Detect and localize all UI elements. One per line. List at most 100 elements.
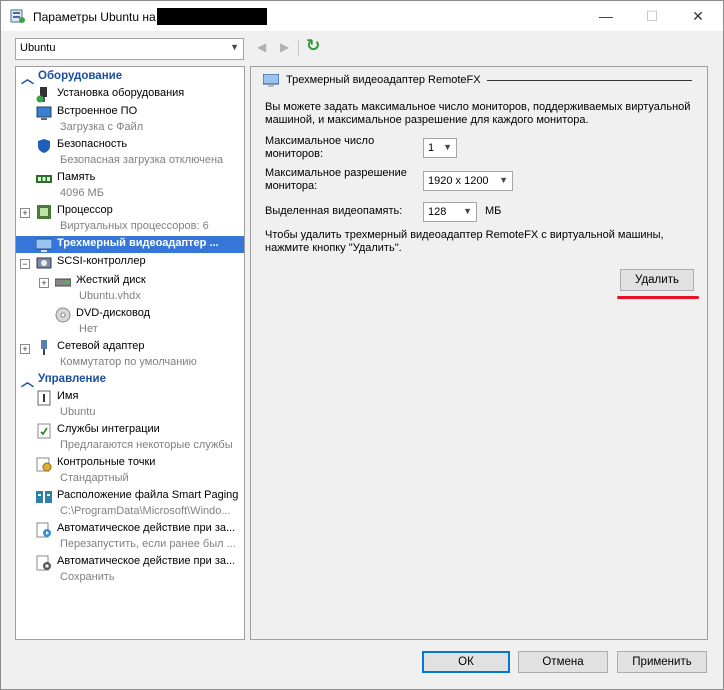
tree-item-subtext: Ubuntu: [60, 406, 96, 418]
back-arrow-icon[interactable]: ◀: [257, 40, 266, 54]
vm-selector[interactable]: Ubuntu ▼: [15, 38, 244, 60]
expand-plus-icon[interactable]: +: [20, 208, 30, 218]
firmware-icon: [36, 106, 52, 120]
tree-item-auto-start-action[interactable]: Автоматическое действие при за... Переза…: [16, 521, 244, 554]
tree-item-subtext: Загрузка с Файл: [60, 121, 144, 133]
tree-item-security[interactable]: Безопасность Безопасная загрузка отключе…: [16, 137, 244, 170]
tree-item-subtext: Коммутатор по умолчанию: [60, 356, 197, 368]
memory-icon: [36, 175, 52, 183]
title-rule: [487, 80, 692, 81]
tree-item-label: Процессор: [57, 204, 113, 216]
resolution-label: Максимальное разрешение монитора:: [265, 167, 407, 192]
panel-description: Вы можете задать максимальное число мони…: [265, 101, 691, 126]
annotation-underline: [617, 296, 699, 299]
ok-button[interactable]: ОК: [422, 651, 510, 673]
close-button[interactable]: ✕: [676, 4, 720, 28]
chevron-down-icon: ▼: [230, 42, 239, 52]
monitors-select-value: 1: [428, 142, 435, 154]
video-memory-label: Выделенная видеопамять:: [265, 205, 403, 217]
tree-item-dvd-drive[interactable]: DVD-дисковод Нет: [16, 306, 244, 339]
tree-item-label: Службы интеграции: [57, 423, 160, 435]
network-adapter-icon: [41, 340, 47, 355]
maximize-button[interactable]: ☐: [630, 4, 674, 28]
monitors-label: Максимальное число мониторов:: [265, 135, 375, 160]
remove-button[interactable]: Удалить: [620, 269, 694, 291]
resolution-select-value: 1920 x 1200: [428, 175, 489, 187]
tree-item-label: Автоматическое действие при за...: [57, 555, 236, 567]
settings-tree: ︿ Оборудование Установка оборудования Вс…: [15, 66, 245, 640]
vm-selector-value: Ubuntu: [20, 42, 56, 54]
video-memory-select-value: 128: [428, 206, 447, 218]
tree-item-network-adapter[interactable]: + Сетевой адаптер Коммутатор по умолчани…: [16, 339, 244, 372]
hardware-header-label: Оборудование: [38, 70, 123, 82]
video-memory-select[interactable]: 128 ▼: [423, 202, 477, 222]
name-tag-icon: [37, 390, 51, 406]
tree-item-label: Установка оборудования: [57, 87, 185, 99]
management-section-header[interactable]: ︿ Управление: [16, 371, 244, 390]
checkpoint-camera-icon: [36, 457, 52, 472]
minimize-button[interactable]: —: [584, 4, 628, 28]
tree-item-auto-stop-action[interactable]: Автоматическое действие при за... Сохран…: [16, 554, 244, 587]
apply-button[interactable]: Применить: [617, 651, 707, 673]
auto-stop-icon: [36, 555, 51, 571]
tree-item-subtext: Ubuntu.vhdx: [79, 290, 141, 302]
tree-item-hard-disk[interactable]: + Жесткий диск Ubuntu.vhdx: [16, 273, 244, 306]
hardware-section-header[interactable]: ︿ Оборудование: [16, 68, 244, 87]
monitor-icon: [263, 74, 279, 87]
vm-settings-icon: [10, 9, 25, 23]
tree-item-label: Сетевой адаптер: [57, 340, 145, 352]
tree-item-label: Имя: [57, 390, 79, 402]
tree-item-subtext: Безопасная загрузка отключена: [60, 154, 224, 166]
tree-item-label: Контрольные точки: [57, 456, 156, 468]
tree-item-3d-video-adapter[interactable]: Трехмерный видеоадаптер ...: [16, 236, 244, 253]
scsi-controller-icon: [36, 257, 52, 269]
resolution-select[interactable]: 1920 x 1200 ▼: [423, 171, 513, 191]
expand-plus-icon[interactable]: +: [20, 344, 30, 354]
tree-item-name[interactable]: Имя Ubuntu: [16, 389, 244, 422]
dvd-disc-icon: [55, 307, 71, 323]
tree-item-label: Трехмерный видеоадаптер ...: [57, 237, 219, 249]
tree-item-label: DVD-дисковод: [76, 307, 151, 319]
refresh-icon[interactable]: ↻: [306, 36, 320, 56]
window-title: Параметры Ubuntu на: [33, 10, 156, 24]
tree-item-subtext: Перезапустить, если ранее был ...: [60, 538, 236, 550]
forward-arrow-icon[interactable]: ▶: [280, 40, 289, 54]
chevron-down-icon: ▼: [499, 175, 508, 185]
tree-item-label: Расположение файла Smart Paging: [57, 489, 239, 501]
monitor-icon: [36, 238, 52, 252]
tree-item-firmware[interactable]: Встроенное ПО Загрузка с Файл: [16, 104, 244, 137]
tree-item-subtext: C:\ProgramData\Microsoft\Windo...: [60, 505, 231, 517]
chevron-down-icon: ▼: [443, 142, 452, 152]
tree-item-subtext: Предлагаются некоторые службы: [60, 439, 233, 451]
tree-item-memory[interactable]: Память 4096 МБ: [16, 170, 244, 203]
collapse-minus-icon[interactable]: −: [20, 259, 30, 269]
tree-item-subtext: 4096 МБ: [60, 187, 104, 199]
tree-item-label: Автоматическое действие при за...: [57, 522, 236, 534]
tree-item-label: Память: [57, 171, 96, 183]
collapse-chevron-icon[interactable]: ︿: [21, 371, 34, 390]
title-bar: Параметры Ubuntu на — ☐ ✕: [1, 1, 723, 31]
chevron-down-icon: ▼: [463, 206, 472, 216]
management-header-label: Управление: [38, 373, 106, 385]
smart-paging-icon: [36, 491, 52, 503]
add-hardware-icon: [36, 87, 47, 103]
tree-item-subtext: Стандартный: [60, 472, 129, 484]
tree-item-label: Встроенное ПО: [57, 105, 138, 117]
auto-start-icon: [36, 522, 51, 538]
tree-item-smart-paging[interactable]: Расположение файла Smart Paging C:\Progr…: [16, 488, 244, 521]
expand-plus-icon[interactable]: +: [39, 278, 49, 288]
tree-item-checkpoints[interactable]: Контрольные точки Стандартный: [16, 455, 244, 488]
collapse-chevron-icon[interactable]: ︿: [21, 68, 34, 87]
tree-item-subtext: Виртуальных процессоров: 6: [60, 220, 209, 232]
tree-item-integration-services[interactable]: Службы интеграции Предлагаются некоторые…: [16, 422, 244, 455]
redacted-host-name: [157, 8, 267, 25]
cancel-button[interactable]: Отмена: [518, 651, 608, 673]
details-panel: Трехмерный видеоадаптер RemoteFX Вы може…: [250, 66, 708, 640]
hard-disk-icon: [55, 278, 71, 287]
monitors-select[interactable]: 1 ▼: [423, 138, 457, 158]
tree-item-label: SCSI-контроллер: [57, 255, 146, 267]
video-memory-unit: МБ: [485, 205, 502, 217]
tree-item-label: Жесткий диск: [76, 274, 146, 286]
tree-item-subtext: Сохранить: [60, 571, 115, 583]
tree-item-processor[interactable]: + Процессор Виртуальных процессоров: 6: [16, 203, 244, 236]
